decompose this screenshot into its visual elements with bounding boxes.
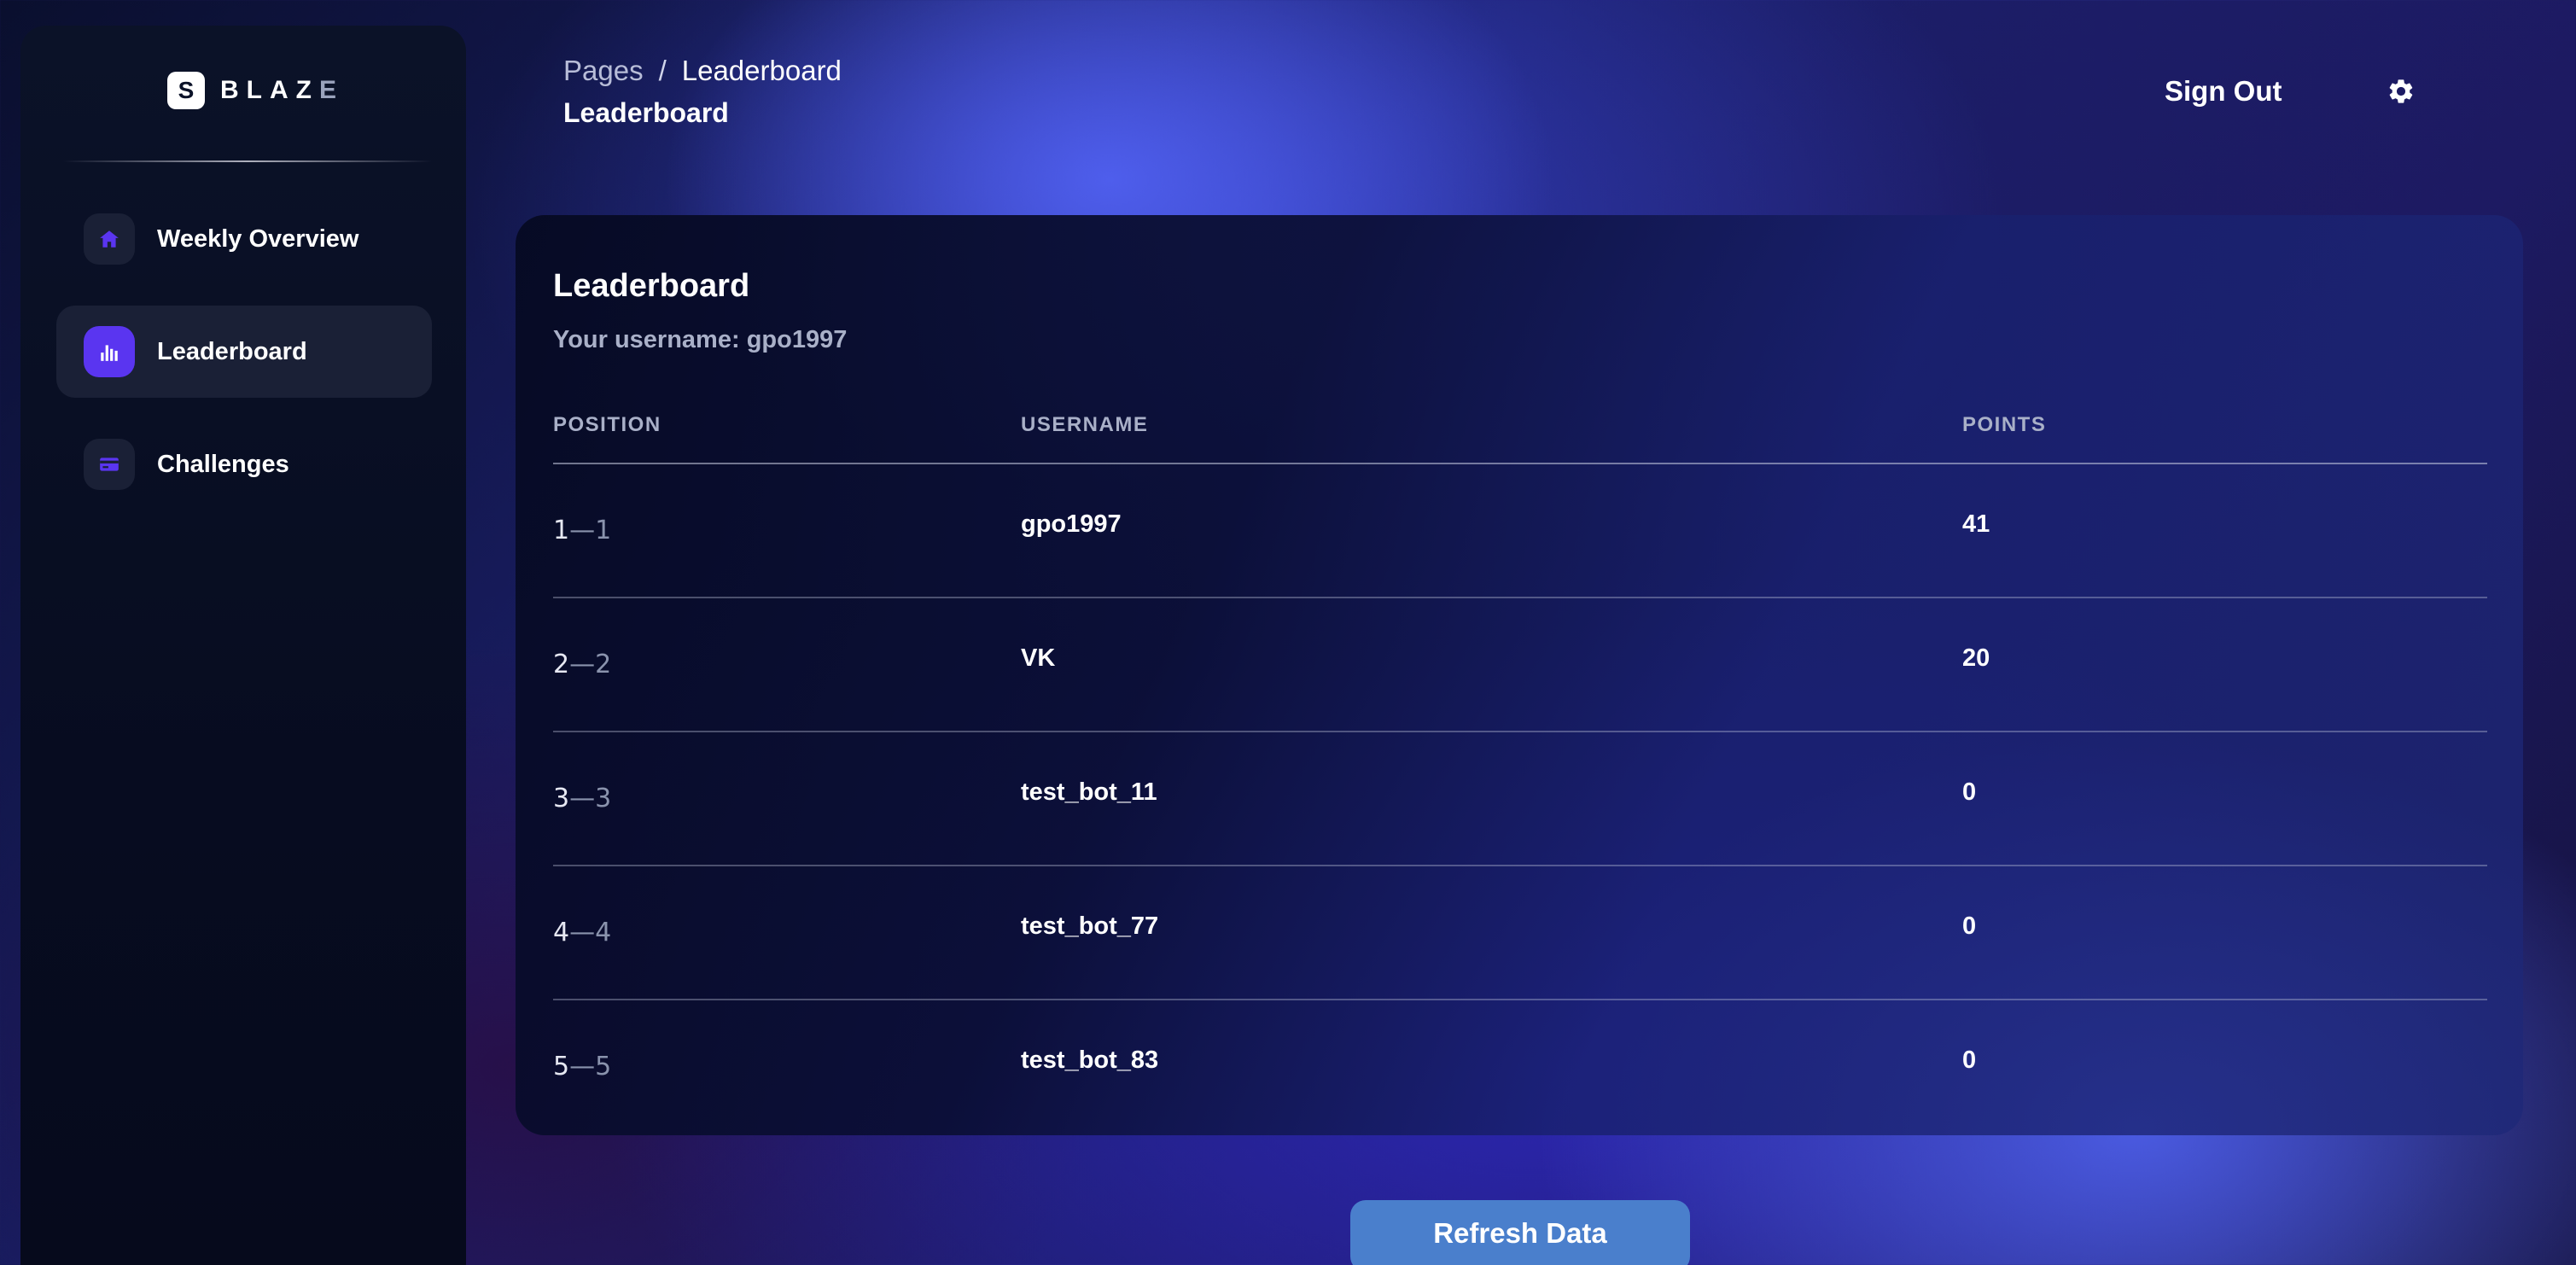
sidebar-nav: Weekly Overview Leaderboard Challenges [56,193,432,531]
position-cell: 5—5 [553,1052,611,1081]
breadcrumb: Pages / Leaderboard [563,55,842,87]
leaderboard-card: Leaderboard Your username: gpo1997 POSIT… [516,215,2523,1135]
gear-icon[interactable] [2387,77,2416,106]
username-cell: test_bot_77 [1021,912,1159,940]
credit-card-icon [84,439,135,490]
position-cell: 3—3 [553,784,611,813]
brand-name-main: BLAZ [220,76,319,104]
table-row: 2—2 VK 20 [553,598,2487,732]
points-cell: 41 [1962,510,1990,538]
column-header-username: USERNAME [1021,413,1149,436]
table-header: POSITION USERNAME POINTS [553,413,2487,464]
position-value: 3 [553,784,570,813]
brand-name: BLAZE [220,76,344,105]
position-cell: 2—2 [553,650,611,679]
username-cell: test_bot_11 [1021,778,1157,806]
username-cell: gpo1997 [1021,510,1122,538]
brand[interactable]: S BLAZE [167,72,344,109]
home-icon [84,213,135,265]
position-cell: 4—4 [553,918,611,947]
sidebar-item-challenges[interactable]: Challenges [56,418,432,510]
sidebar-item-label: Leaderboard [157,337,307,365]
page-title: Leaderboard [563,97,729,128]
column-header-position: POSITION [553,413,661,436]
position-value: 5 [553,1052,570,1081]
username-cell: test_bot_83 [1021,1046,1159,1074]
username-cell: VK [1021,644,1056,672]
sidebar-item-label: Challenges [157,450,289,478]
position-value: 2 [553,650,570,679]
sidebar-divider [63,160,432,162]
points-cell: 20 [1962,644,1990,672]
points-cell: 0 [1962,1046,1977,1074]
position-change: —5 [569,1052,612,1081]
position-change: —2 [569,650,612,679]
bar-chart-icon [84,326,135,377]
sidebar-item-leaderboard[interactable]: Leaderboard [56,306,432,398]
position-value: 1 [553,516,570,545]
column-header-points: POINTS [1962,413,2047,436]
card-title: Leaderboard [553,268,750,304]
points-cell: 0 [1962,912,1977,940]
sidebar-item-label: Weekly Overview [157,224,359,253]
brand-name-end: E [318,76,344,104]
position-cell: 1—1 [553,516,611,545]
position-change: —3 [569,784,612,813]
breadcrumb-root[interactable]: Pages [563,55,644,87]
sign-out-button[interactable]: Sign Out [2165,75,2282,108]
breadcrumb-separator: / [658,55,667,86]
leaderboard-table: POSITION USERNAME POINTS 1—1 gpo1997 41 … [553,413,2487,1133]
refresh-data-button[interactable]: Refresh Data [1350,1200,1690,1265]
username-label: Your username: gpo1997 [553,326,848,353]
sidebar: S BLAZE Weekly Overview Leaderboard Chal… [20,26,466,1265]
table-row: 4—4 test_bot_77 0 [553,866,2487,1000]
breadcrumb-current: Leaderboard [681,55,842,86]
brand-logo-icon: S [167,72,205,109]
table-row: 1—1 gpo1997 41 [553,464,2487,598]
position-change: —4 [569,918,612,947]
table-row: 3—3 test_bot_11 0 [553,732,2487,866]
position-value: 4 [553,918,570,947]
table-row: 5—5 test_bot_83 0 [553,1000,2487,1133]
points-cell: 0 [1962,778,1977,806]
position-change: —1 [569,516,612,545]
sidebar-item-weekly-overview[interactable]: Weekly Overview [56,193,432,285]
